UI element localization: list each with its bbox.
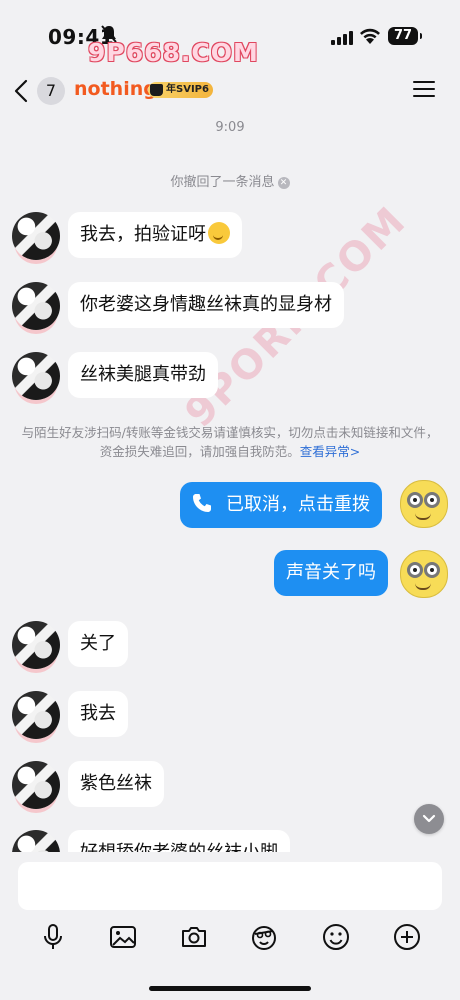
security-notice-text: 与陌生好友涉扫码/转账等金钱交易请谨慎核实，切勿点击未知链接和文件，资金损失难追… (21, 425, 439, 459)
contact-avatar[interactable] (12, 691, 60, 739)
vip-badge: 年SVIP6 (148, 82, 213, 98)
battery-indicator: 77 (388, 27, 422, 45)
message-bubble[interactable]: 我去，拍验证呀 (68, 212, 242, 258)
camera-icon[interactable] (179, 922, 209, 952)
security-notice: 与陌生好友涉扫码/转账等金钱交易请谨慎核实，切勿点击未知链接和文件，资金损失难追… (20, 423, 440, 461)
watermark-top: 9P668.COM (88, 38, 259, 67)
message-bubble[interactable]: 你老婆这身情趣丝袜真的显身材 (68, 282, 344, 328)
my-avatar[interactable] (400, 480, 448, 528)
home-indicator (149, 986, 311, 991)
chat-area[interactable]: 9PORN.COM 9:09 你撤回了一条消息✕ 我去，拍验证呀 你老婆这身情趣… (0, 114, 460, 852)
contact-avatar[interactable] (12, 761, 60, 809)
message-text: 关了 (80, 633, 116, 654)
contact-avatar[interactable] (12, 282, 60, 330)
menu-icon[interactable] (413, 80, 435, 102)
message-bubble[interactable]: 我去 (68, 691, 128, 737)
message-text: 好想舔你老婆的丝袜小脚 (80, 842, 278, 852)
vip-label: 年SVIP6 (166, 84, 209, 95)
chat-header: 7 nothing 年SVIP6 (0, 70, 460, 114)
recall-notice: 你撤回了一条消息 ✕ (0, 171, 460, 190)
microphone-icon[interactable] (38, 922, 68, 952)
scroll-to-bottom-button[interactable] (414, 804, 444, 834)
message-text: 我去，拍验证呀 (80, 224, 206, 245)
phone-icon (192, 485, 212, 531)
message-input[interactable] (18, 862, 442, 910)
message-bubble[interactable]: 紫色丝袜 (68, 761, 164, 807)
my-avatar[interactable] (400, 550, 448, 598)
message-timestamp: 9:09 (215, 120, 245, 135)
sticker-icon[interactable] (249, 922, 279, 952)
message-text: 我去 (80, 703, 116, 724)
message-text: 你老婆这身情趣丝袜真的显身材 (80, 294, 332, 315)
chevron-down-icon (422, 814, 436, 823)
contact-name[interactable]: nothing (74, 78, 157, 100)
contact-avatar[interactable] (12, 212, 60, 260)
message-bubble[interactable]: 关了 (68, 621, 128, 667)
message-bubble[interactable]: 好想舔你老婆的丝袜小脚 (68, 830, 290, 852)
contact-avatar[interactable] (12, 621, 60, 669)
laughing-emoji-icon (208, 222, 230, 244)
signal-icon (331, 30, 353, 49)
recall-close-icon[interactable]: ✕ (277, 177, 290, 189)
message-text: 声音关了吗 (286, 562, 376, 583)
wifi-icon (359, 27, 381, 49)
recall-notice-text: 你撤回了一条消息 (170, 175, 275, 190)
security-notice-link[interactable]: 查看异常> (300, 444, 360, 459)
message-text: 紫色丝袜 (80, 773, 152, 794)
composer (0, 852, 460, 1000)
unread-count-badge[interactable]: 7 (37, 77, 65, 105)
call-record-bubble[interactable]: 已取消，点击重拨 (180, 482, 382, 528)
crown-icon (150, 84, 163, 96)
image-icon[interactable] (108, 922, 138, 952)
status-bar: 09:41 9P668.COM 77 (0, 0, 460, 70)
message-text: 丝袜美腿真带劲 (80, 364, 206, 385)
message-bubble[interactable]: 声音关了吗 (274, 550, 388, 596)
back-chevron-icon[interactable] (14, 79, 28, 107)
message-bubble[interactable]: 丝袜美腿真带劲 (68, 352, 218, 398)
plus-icon[interactable] (392, 922, 422, 952)
message-text: 已取消，点击重拨 (226, 494, 370, 515)
smiley-icon[interactable] (321, 922, 351, 952)
contact-avatar[interactable] (12, 352, 60, 400)
contact-avatar[interactable] (12, 830, 60, 852)
